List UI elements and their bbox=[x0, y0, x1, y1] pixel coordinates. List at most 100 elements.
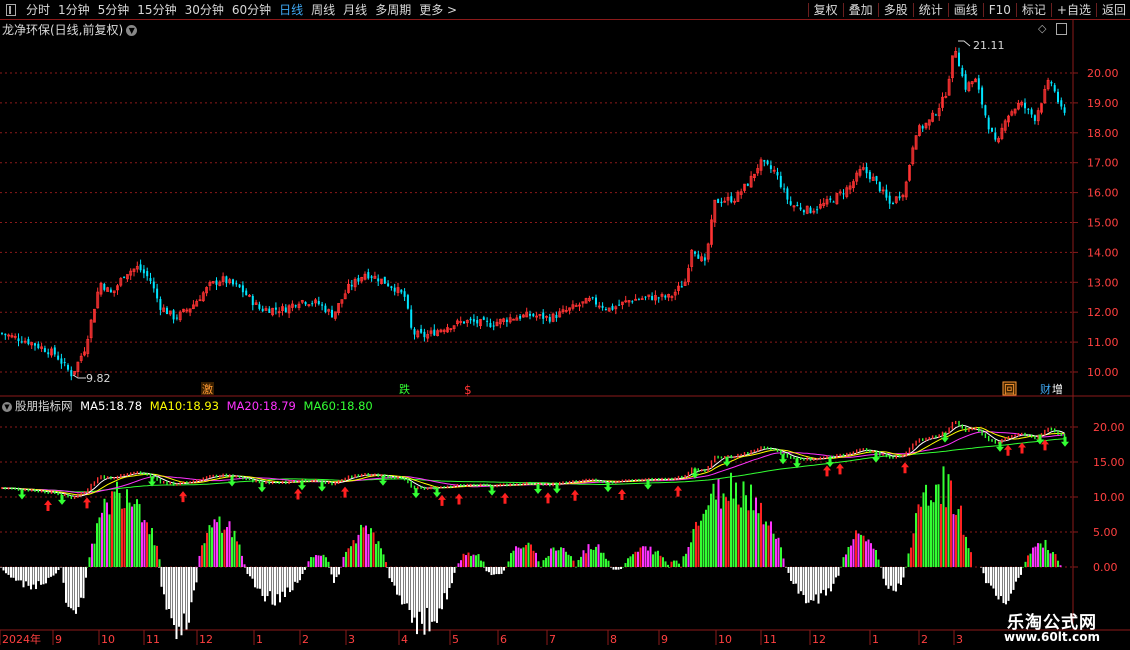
indicator-header[interactable]: ▼ 股朋指标网 MA5:18.78 MA10:18.93 MA20:18.79 M… bbox=[2, 398, 373, 414]
histogram-bar bbox=[639, 547, 642, 567]
histogram-bar bbox=[900, 567, 902, 585]
histogram-bar bbox=[211, 527, 213, 567]
sell-arrow-icon bbox=[412, 488, 420, 499]
histogram-bar bbox=[932, 502, 935, 567]
event-marker-die[interactable]: 跌 bbox=[399, 382, 410, 396]
histogram-bar bbox=[40, 567, 42, 585]
candle-body bbox=[977, 78, 980, 90]
histogram-bar bbox=[760, 502, 762, 567]
histogram-bar bbox=[1000, 567, 1002, 597]
histogram-bar bbox=[880, 567, 882, 568]
histogram-bar bbox=[792, 567, 795, 584]
histogram-bar bbox=[587, 544, 590, 567]
event-marker-hui[interactable]: 回 bbox=[1004, 383, 1015, 396]
histogram-bar bbox=[1017, 567, 1020, 578]
histogram-bar bbox=[712, 483, 715, 567]
chevron-down-icon[interactable]: ▼ bbox=[126, 25, 138, 36]
histogram-bar bbox=[178, 567, 180, 627]
candle-body bbox=[420, 328, 423, 333]
histogram-bar bbox=[408, 567, 411, 611]
histogram-bar bbox=[915, 513, 917, 567]
candle-body bbox=[241, 285, 244, 293]
histogram-bar bbox=[750, 484, 752, 567]
histogram-bar bbox=[668, 567, 670, 568]
histogram-bar bbox=[375, 543, 377, 567]
histogram-bar bbox=[362, 527, 365, 567]
candle-body bbox=[591, 297, 594, 299]
histogram-bar bbox=[560, 547, 562, 567]
chevron-down-icon[interactable]: ▼ bbox=[2, 401, 12, 412]
histogram-bar bbox=[244, 567, 246, 568]
candle-body bbox=[1027, 108, 1030, 110]
histogram-bar bbox=[682, 556, 685, 567]
histogram-bar bbox=[279, 567, 281, 603]
histogram-bar bbox=[462, 553, 465, 567]
histogram-bar bbox=[136, 499, 138, 567]
histogram-bar bbox=[622, 567, 624, 568]
histogram-bar bbox=[505, 567, 507, 568]
histogram-bar bbox=[815, 567, 817, 595]
candle-body bbox=[350, 284, 353, 287]
histogram-bar bbox=[512, 550, 515, 567]
histogram-bar bbox=[396, 567, 398, 595]
main-y-tick-label: 20.00 bbox=[1087, 67, 1119, 80]
histogram-bar bbox=[952, 514, 955, 567]
histogram-bar bbox=[527, 542, 530, 567]
histogram-bar bbox=[740, 507, 742, 567]
histogram-bar bbox=[330, 567, 333, 575]
candle-body bbox=[868, 171, 871, 180]
candle-body bbox=[149, 278, 152, 282]
histogram-bar bbox=[198, 555, 201, 567]
candle-body bbox=[377, 278, 380, 282]
histogram-bar bbox=[695, 521, 697, 567]
histogram-bar bbox=[515, 546, 517, 567]
histogram-bar bbox=[264, 567, 266, 602]
histogram-bar bbox=[555, 550, 557, 567]
candle-body bbox=[472, 319, 475, 322]
candle-body bbox=[284, 307, 287, 313]
panel-icon[interactable] bbox=[1055, 23, 1067, 35]
candle-body bbox=[816, 209, 819, 211]
sell-arrow-icon bbox=[228, 476, 236, 487]
histogram-bar bbox=[448, 567, 451, 588]
histogram-bar bbox=[360, 524, 362, 567]
histogram-bar bbox=[673, 560, 675, 567]
event-marker-zeng[interactable]: 增 bbox=[1052, 382, 1063, 396]
candle-body bbox=[37, 343, 40, 349]
histogram-bar bbox=[163, 567, 165, 595]
histogram-bar bbox=[35, 567, 37, 590]
histogram-bar bbox=[446, 567, 448, 600]
histogram-bar bbox=[398, 567, 401, 596]
histogram-bar bbox=[312, 557, 315, 567]
histogram-bar bbox=[193, 567, 195, 591]
histogram-bar bbox=[138, 504, 141, 567]
histogram-bar bbox=[875, 549, 877, 567]
buy-arrow-icon bbox=[544, 492, 552, 504]
histogram-bar bbox=[627, 558, 629, 567]
candle-body bbox=[123, 276, 126, 278]
event-marker-ji[interactable]: 激 bbox=[202, 382, 213, 396]
histogram-bar bbox=[862, 535, 865, 567]
diamond-icon[interactable]: ◇ bbox=[1038, 22, 1046, 35]
x-axis-label: 9 bbox=[661, 633, 668, 646]
histogram-bar bbox=[75, 567, 77, 614]
histogram-bar bbox=[567, 554, 570, 567]
histogram-bar bbox=[850, 545, 852, 567]
chart-area[interactable]: 20.0019.0018.0017.0016.0015.0014.0013.00… bbox=[0, 0, 1130, 650]
histogram-bar bbox=[797, 567, 800, 594]
histogram-bar bbox=[108, 514, 111, 567]
histogram-bar bbox=[907, 553, 910, 567]
histogram-bar bbox=[985, 567, 987, 584]
candle-body bbox=[776, 171, 779, 176]
ma20-value: 18.79 bbox=[262, 399, 296, 413]
histogram-bar bbox=[203, 543, 206, 567]
histogram-bar bbox=[697, 525, 700, 567]
histogram-bar bbox=[325, 557, 327, 567]
event-marker-dollar[interactable]: $ bbox=[464, 383, 472, 397]
x-axis-label: 11 bbox=[146, 633, 160, 646]
stock-title[interactable]: 龙净环保(日线,前复权) ▼ bbox=[2, 21, 138, 38]
histogram-bar bbox=[657, 550, 659, 567]
histogram-bar bbox=[590, 549, 592, 567]
event-marker-cai[interactable]: 财 bbox=[1040, 382, 1051, 396]
histogram-bar bbox=[817, 567, 820, 604]
